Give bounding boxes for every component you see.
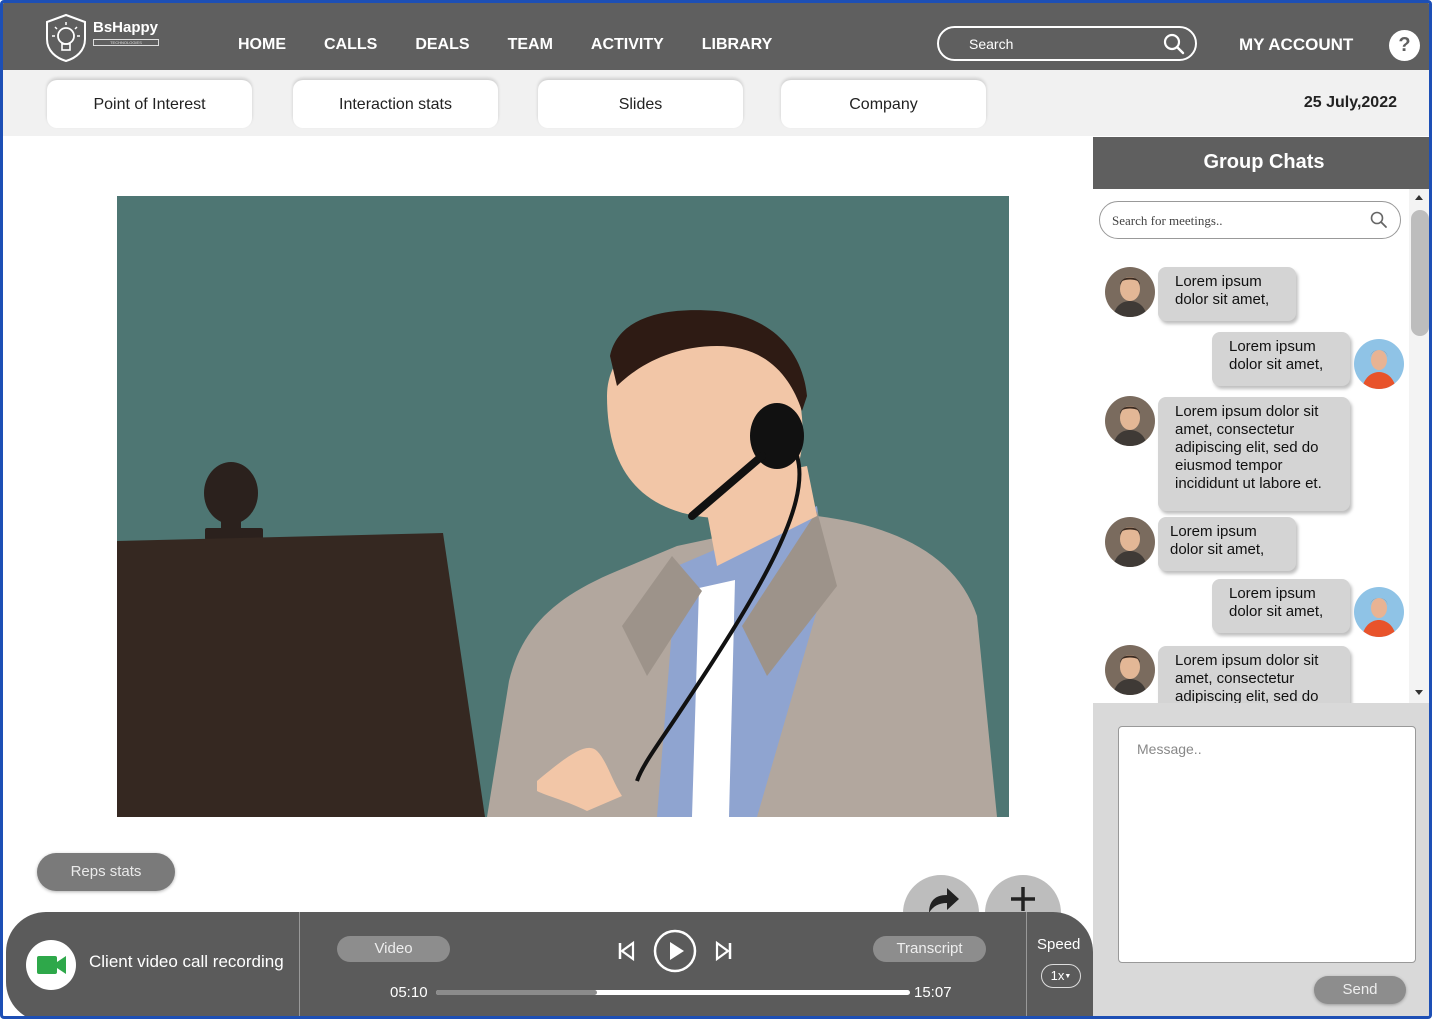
chat-message: Lorem ipsum dolor sit amet, [1158, 517, 1296, 571]
avatar-woman[interactable] [1354, 587, 1404, 637]
skip-previous-icon[interactable] [616, 940, 636, 962]
chat-message: Lorem ipsum dolor sit amet, [1158, 267, 1296, 321]
chevron-down-icon: ▼ [1064, 973, 1072, 980]
avatar-man[interactable] [1105, 645, 1155, 695]
play-icon[interactable] [653, 929, 697, 973]
sub-navbar: Point of Interest Interaction stats Slid… [3, 70, 1429, 136]
speed-divider [1026, 912, 1027, 1016]
main-nav: HOME CALLS DEALS TEAM ACTIVITY LIBRARY [238, 36, 810, 54]
send-button[interactable]: Send [1314, 976, 1406, 1004]
speed-value: 1x [1050, 968, 1065, 983]
current-time: 05:10 [390, 984, 428, 1001]
progress-played [436, 990, 598, 995]
tab-slides[interactable]: Slides [538, 80, 743, 128]
lightbulb-shield-icon [46, 13, 86, 63]
chat-message: Lorem ipsum dolor sit amet, [1212, 579, 1350, 633]
top-search [937, 26, 1197, 61]
video-frame[interactable] [117, 196, 1009, 817]
progress-track[interactable] [436, 990, 910, 995]
camera-badge [26, 940, 76, 990]
chat-area[interactable]: Lorem ipsum dolor sit amet, Lorem ipsum … [1093, 189, 1429, 703]
scroll-down-arrow-icon[interactable] [1415, 690, 1423, 695]
group-chat-sidebar: Group Chats Lorem ipsum dolor sit amet, … [1093, 137, 1429, 1016]
nav-calls[interactable]: CALLS [324, 36, 377, 54]
help-button[interactable]: ? [1389, 30, 1420, 61]
nav-library[interactable]: LIBRARY [702, 36, 773, 54]
scroll-thumb[interactable] [1411, 210, 1429, 336]
chat-message: Lorem ipsum dolor sit amet, [1212, 332, 1350, 386]
tab-point-of-interest[interactable]: Point of Interest [47, 80, 252, 128]
reps-stats-button[interactable]: Reps stats [37, 853, 175, 891]
tab-interaction-stats[interactable]: Interaction stats [293, 80, 498, 128]
top-search-input[interactable] [969, 34, 1159, 54]
top-navbar: BsHappy TECHNOLOGIES HOME CALLS DEALS TE… [3, 3, 1429, 70]
group-chats-title: Group Chats [1093, 137, 1429, 189]
recording-title: Client video call recording [89, 952, 284, 971]
chat-message: Lorem ipsum dolor sit amet, consectetur … [1158, 646, 1350, 703]
avatar-man[interactable] [1105, 267, 1155, 317]
chat-search-input[interactable] [1112, 212, 1362, 230]
current-date: 25 July,2022 [1303, 94, 1397, 111]
my-account-link[interactable]: MY ACCOUNT [1239, 35, 1353, 55]
nav-team[interactable]: TEAM [508, 36, 553, 54]
brand-tagline: TECHNOLOGIES [93, 39, 159, 46]
nav-deals[interactable]: DEALS [415, 36, 469, 54]
skip-next-icon[interactable] [714, 940, 734, 962]
chat-scrollbar[interactable] [1409, 189, 1429, 703]
transcript-button[interactable]: Transcript [873, 936, 986, 962]
message-box [1118, 726, 1416, 963]
chat-search [1099, 201, 1401, 239]
total-time: 15:07 [914, 984, 952, 1001]
message-input[interactable] [1119, 727, 1415, 962]
brand-name: BsHappy [93, 19, 159, 36]
speed-select[interactable]: 1x▼ [1041, 964, 1081, 988]
speed-label: Speed [1037, 936, 1081, 953]
call-agent-illustration [117, 310, 997, 817]
brand-logo[interactable]: BsHappy TECHNOLOGIES [43, 13, 183, 63]
video-camera-icon [37, 956, 66, 974]
nav-home[interactable]: HOME [238, 36, 286, 54]
nav-activity[interactable]: ACTIVITY [591, 36, 664, 54]
tab-company[interactable]: Company [781, 80, 986, 128]
search-icon[interactable] [1163, 33, 1185, 55]
app-frame: BsHappy TECHNOLOGIES HOME CALLS DEALS TE… [0, 0, 1432, 1019]
search-icon[interactable] [1370, 211, 1388, 229]
avatar-man[interactable] [1105, 396, 1155, 446]
chat-message: Lorem ipsum dolor sit amet, consectetur … [1158, 397, 1350, 511]
avatar-woman[interactable] [1354, 339, 1404, 389]
player-bar: Client video call recording Video Transc… [6, 912, 1093, 1016]
player-divider [299, 912, 300, 1016]
video-toggle-button[interactable]: Video [337, 936, 450, 962]
scroll-up-arrow-icon[interactable] [1415, 195, 1423, 200]
avatar-man[interactable] [1105, 517, 1155, 567]
